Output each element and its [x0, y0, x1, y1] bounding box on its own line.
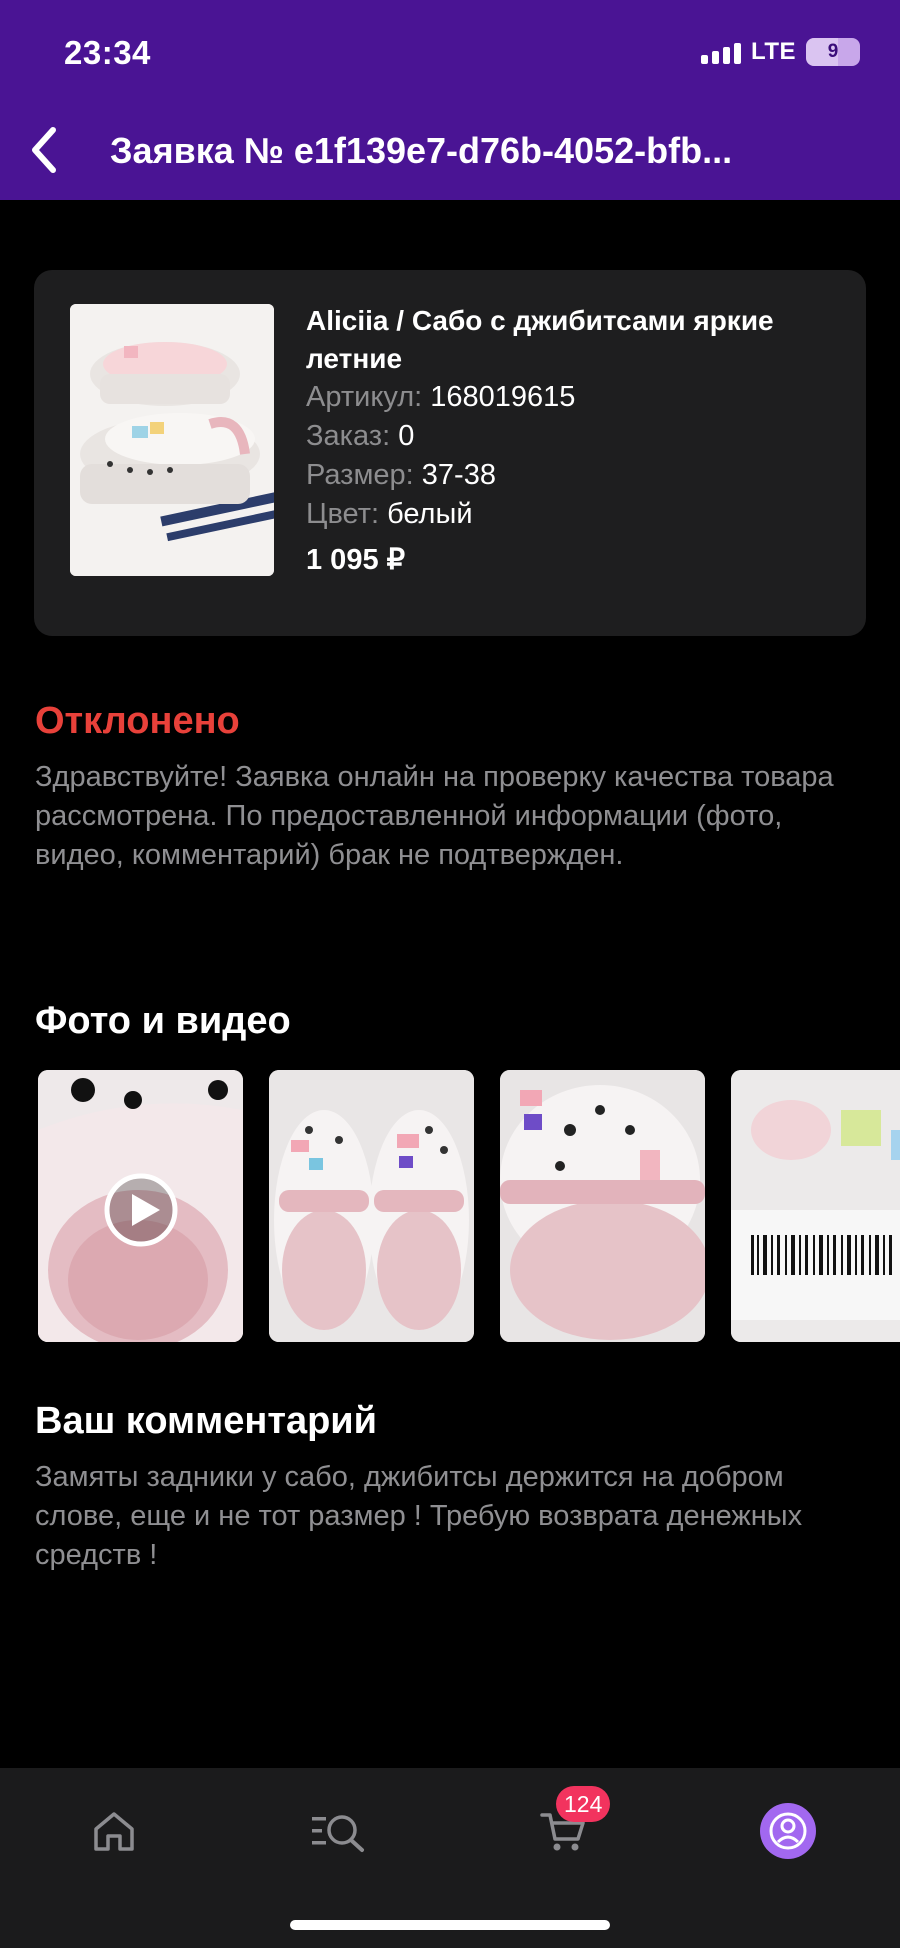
color-row: Цвет: белый: [306, 495, 826, 534]
comment-text: Замяты задники у сабо, джибитсы держится…: [35, 1461, 803, 1571]
article-label: Артикул:: [306, 381, 423, 413]
photo-thumbnail[interactable]: [269, 1070, 474, 1342]
status-time: 23:34: [64, 34, 151, 71]
comment-heading: Ваш комментарий: [35, 1400, 378, 1442]
signal-icon: [700, 40, 741, 64]
order-row: Заказ: 0: [306, 417, 826, 456]
product-image[interactable]: [70, 304, 274, 576]
product-name: Aliciia / Сабо с джибитсами яркие летние: [306, 305, 774, 374]
product-price: 1 095 ₽: [306, 544, 406, 576]
nav-home[interactable]: [74, 1796, 154, 1866]
nav-catalog[interactable]: [298, 1796, 378, 1866]
catalog-search-icon: [312, 1815, 364, 1852]
color-value: белый: [387, 498, 473, 530]
photo-thumbnail[interactable]: [731, 1070, 900, 1342]
home-indicator[interactable]: [290, 1920, 610, 1930]
battery-icon: 9: [806, 38, 860, 66]
product-info: Aliciia / Сабо с джибитсами яркие летние…: [306, 302, 826, 577]
network-type: LTE: [750, 38, 796, 65]
color-label: Цвет:: [306, 498, 380, 530]
order-label: Заказ:: [306, 420, 391, 452]
order-value: 0: [398, 420, 415, 452]
size-value: 37-38: [421, 459, 496, 491]
product-card[interactable]: Aliciia / Сабо с джибитсами яркие летние…: [34, 270, 866, 636]
size-label: Размер:: [306, 459, 414, 491]
status-description: Здравствуйте! Заявка онлайн на проверку …: [35, 761, 834, 871]
size-row: Размер: 37-38: [306, 456, 826, 495]
article-row: Артикул: 168019615: [306, 378, 826, 417]
back-button[interactable]: [22, 120, 66, 180]
cart-badge: 124: [556, 1786, 611, 1822]
claim-status: Отклонено: [35, 700, 240, 742]
page-title: Заявка № e1f139e7-d76b-4052-bfb...: [110, 130, 733, 171]
app-header: 23:34 LTE 9 Заявка № e1f139e7-d76b-4052-…: [0, 0, 900, 200]
profile-icon: [760, 1803, 816, 1859]
chevron-left-icon: [32, 127, 56, 173]
video-thumbnail[interactable]: [38, 1070, 243, 1342]
status-indicators: LTE 9: [700, 38, 860, 66]
battery-level: 9: [827, 41, 839, 62]
nav-profile[interactable]: [748, 1796, 828, 1866]
home-icon: [94, 1812, 134, 1851]
photo-carousel[interactable]: [38, 1070, 900, 1342]
photo-thumbnail[interactable]: [500, 1070, 705, 1342]
photos-heading: Фото и видео: [35, 1000, 291, 1042]
article-value: 168019615: [430, 381, 576, 413]
